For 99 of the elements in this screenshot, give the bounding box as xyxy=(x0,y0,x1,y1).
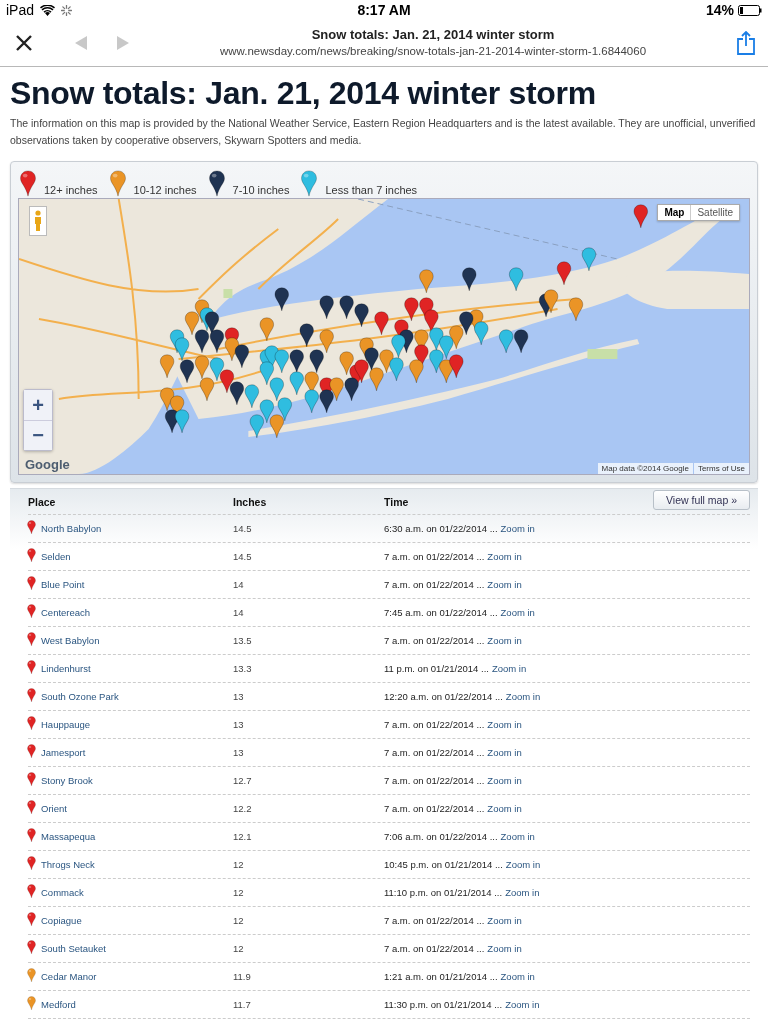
legend-label: Less than 7 inches xyxy=(325,184,418,196)
article-heading: Snow totals: Jan. 21, 2014 winter storm xyxy=(10,75,597,111)
view-full-map-button[interactable]: View full map » xyxy=(653,489,750,510)
inches-cell-text: 13 xyxy=(233,747,245,758)
zoom-in-link[interactable]: Zoom in xyxy=(500,523,535,534)
place-link[interactable]: Hauppauge xyxy=(41,718,91,730)
battery-icon xyxy=(738,4,762,16)
zoom-in-link[interactable]: Zoom in xyxy=(487,579,522,590)
inches-cell-text: 12 xyxy=(233,943,245,954)
place-link[interactable]: Cedar Manor xyxy=(41,970,97,982)
zoom-in-link[interactable]: Zoom in xyxy=(500,971,535,982)
zoom-in-link[interactable]: Zoom in xyxy=(487,775,522,786)
column-header: Time xyxy=(384,495,409,508)
inches-cell-text: 13 xyxy=(233,719,245,730)
legend-label: 12+ inches xyxy=(44,184,98,196)
time-cell: 10:45 p.m. on 01/21/2014 ... xyxy=(384,859,503,870)
zoom-in-link[interactable]: Zoom in xyxy=(500,607,535,618)
street-view-pegman-icon[interactable] xyxy=(29,206,47,236)
legend-label: 7-10 inches xyxy=(232,184,290,196)
inches-cell-text: 13.3 xyxy=(233,663,253,674)
inches-cell-text: 12 xyxy=(233,859,245,870)
time-cell: 7:45 a.m. on 01/22/2014 ... xyxy=(384,607,498,618)
place-link[interactable]: Centereach xyxy=(41,606,91,618)
place-link[interactable]: North Babylon xyxy=(41,522,102,534)
inches-cell-text: 12 xyxy=(233,915,245,926)
zoom-in-link[interactable]: Zoom in xyxy=(487,719,522,730)
share-button[interactable] xyxy=(736,31,756,55)
place-link[interactable]: Selden xyxy=(41,550,71,562)
time-cell: 7 a.m. on 01/22/2014 ... xyxy=(384,915,485,926)
zoom-in-link[interactable]: Zoom in xyxy=(487,635,522,646)
zoom-in-button[interactable]: + xyxy=(24,390,52,420)
device-name: iPad xyxy=(6,2,35,18)
zoom-out-button[interactable]: − xyxy=(24,420,52,450)
zoom-in-link[interactable]: Zoom in xyxy=(487,803,522,814)
time-cell: 12:20 a.m. on 01/22/2014 ... xyxy=(384,691,503,702)
inches-cell-text: 14.5 xyxy=(233,551,253,562)
loading-spinner-icon xyxy=(61,4,73,16)
zoom-in-link[interactable]: Zoom in xyxy=(505,859,541,870)
inches-cell-text: 12.2 xyxy=(233,803,253,814)
time-cell: 11:10 p.m. on 01/21/2014 ... xyxy=(384,887,503,898)
zoom-in-link[interactable]: Zoom in xyxy=(487,943,522,954)
page-title: Snow totals: Jan. 21, 2014 winter storm xyxy=(310,27,556,43)
column-header: Inches xyxy=(233,495,268,508)
place-link[interactable]: Lindenhurst xyxy=(41,662,91,674)
column-header: Place xyxy=(28,495,57,508)
page-url: www.newsday.com/news/breaking/snow-totals-jan-21-2014-winter-storm-1.6844060 xyxy=(218,44,648,59)
place-link[interactable]: Massapequa xyxy=(41,830,96,842)
zoom-in-link[interactable]: Zoom in xyxy=(487,551,522,562)
time-cell: 1:21 a.m. on 01/21/2014 ... xyxy=(384,971,498,982)
place-link[interactable]: South Setauket xyxy=(41,942,106,954)
place-link[interactable]: Jamesport xyxy=(41,746,86,758)
place-link[interactable]: Copiague xyxy=(41,914,82,926)
map-logo: Google xyxy=(25,457,70,472)
zoom-in-link[interactable]: Zoom in xyxy=(505,887,540,898)
place-link[interactable]: Blue Point xyxy=(41,578,85,590)
time-cell: 7:06 a.m. on 01/22/2014 ... xyxy=(384,831,498,842)
battery-percent: 14% xyxy=(705,2,734,18)
place-link[interactable]: Orient xyxy=(41,802,67,814)
time-cell: 7 a.m. on 01/22/2014 ... xyxy=(384,635,485,646)
inches-cell-text: 14 xyxy=(233,579,245,590)
zoom-in-link[interactable]: Zoom in xyxy=(505,691,541,702)
description-text: The information on this map is provided by the National Weather Service, Eastern Region Headquarters and is the latest available. They are unofficial, unverified observations taken by cooperative observers, Skywarn Spotters and media. xyxy=(10,116,757,148)
zoom-in-link[interactable]: Zoom in xyxy=(487,915,522,926)
map-type-tab[interactable]: Satellite xyxy=(690,205,739,220)
map-type-tab[interactable]: Map xyxy=(658,205,691,220)
map-attribution: Map data ©2014 Google xyxy=(597,463,693,474)
time-cell: 11 p.m. on 01/21/2014 ... xyxy=(384,663,489,674)
time-cell: 7 a.m. on 01/22/2014 ... xyxy=(384,943,485,954)
inches-cell-text: 11.9 xyxy=(233,971,252,982)
zoom-in-link[interactable]: Zoom in xyxy=(505,999,540,1010)
time-cell: 7 a.m. on 01/22/2014 ... xyxy=(384,803,485,814)
inches-cell-text: 13 xyxy=(233,691,245,702)
place-link[interactable]: South Ozone Park xyxy=(41,690,119,702)
time-cell: 7 a.m. on 01/22/2014 ... xyxy=(384,719,485,730)
zoom-in-link[interactable]: Zoom in xyxy=(491,663,527,674)
place-link[interactable]: West Babylon xyxy=(41,634,100,646)
inches-cell-text: 11.7 xyxy=(233,999,252,1010)
inches-cell-text: 13.5 xyxy=(233,635,253,646)
time-cell: 7 a.m. on 01/22/2014 ... xyxy=(384,747,485,758)
time-cell: 6:30 a.m. on 01/22/2014 ... xyxy=(384,523,498,534)
inches-cell-text: 12.7 xyxy=(233,775,253,786)
terms-link[interactable]: Terms of Use xyxy=(693,463,749,474)
inches-cell-text: 12.1 xyxy=(233,831,253,842)
time-cell: 7 a.m. on 01/22/2014 ... xyxy=(384,551,485,562)
place-link[interactable]: Throgs Neck xyxy=(41,858,95,870)
time-cell: 11:30 p.m. on 01/21/2014 ... xyxy=(384,999,503,1010)
place-link[interactable]: Medford xyxy=(41,998,76,1010)
place-link[interactable]: Commack xyxy=(41,886,84,898)
clock-time: 8:17 AM xyxy=(357,2,411,18)
time-cell: 7 a.m. on 01/22/2014 ... xyxy=(384,775,485,786)
legend-label: 10-12 inches xyxy=(133,184,197,196)
inches-cell-text: 14 xyxy=(233,607,245,618)
inches-cell-text: 14.5 xyxy=(233,523,253,534)
zoom-in-link[interactable]: Zoom in xyxy=(500,831,535,842)
time-cell: 7 a.m. on 01/22/2014 ... xyxy=(384,579,485,590)
zoom-in-link[interactable]: Zoom in xyxy=(487,747,522,758)
inches-cell-text: 12 xyxy=(233,887,245,898)
wifi-icon xyxy=(40,4,56,16)
place-link[interactable]: Stony Brook xyxy=(41,774,93,786)
